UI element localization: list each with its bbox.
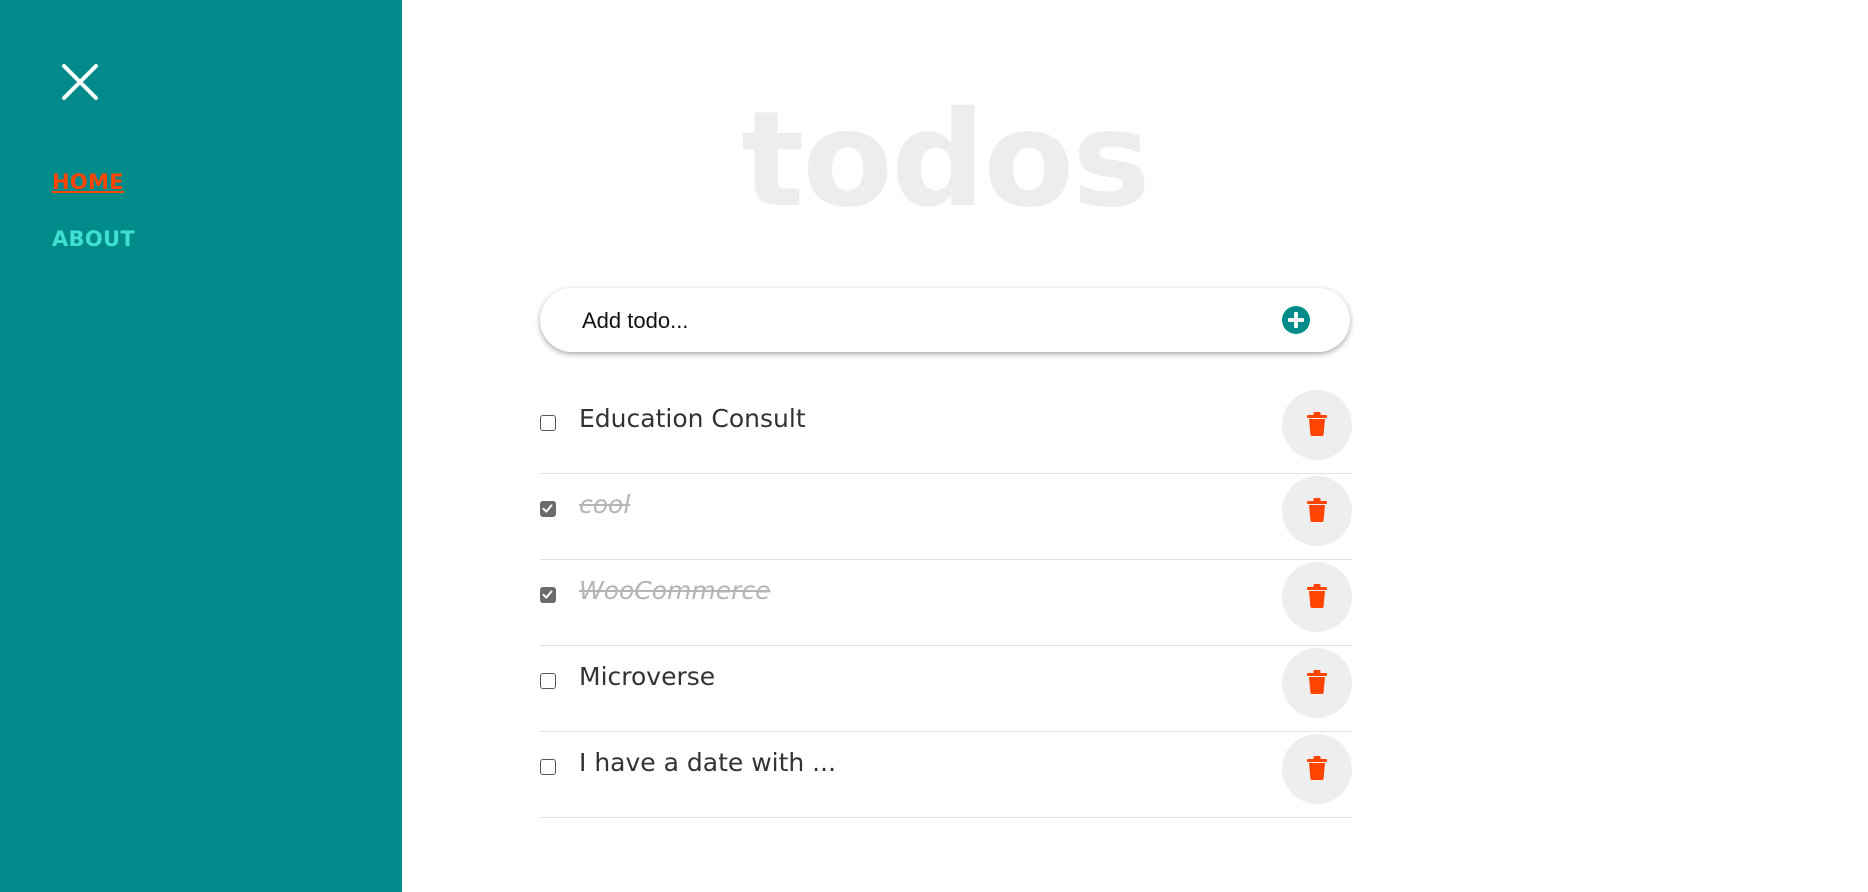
delete-todo-button[interactable] — [1282, 476, 1352, 546]
todo-app: HOME ABOUT todos Education ConsultcoolWo… — [0, 0, 1868, 892]
todo-checkbox[interactable] — [540, 587, 556, 603]
todo-checkbox[interactable] — [540, 759, 556, 775]
todo-text[interactable]: WooCommerce — [579, 576, 771, 605]
delete-todo-button[interactable] — [1282, 390, 1352, 460]
todo-item: Microverse — [540, 646, 1352, 732]
todo-text[interactable]: cool — [579, 490, 630, 519]
delete-todo-button[interactable] — [1282, 648, 1352, 718]
todo-checkbox[interactable] — [540, 415, 556, 431]
delete-todo-button[interactable] — [1282, 562, 1352, 632]
todo-list: Education Consult cool WooCommerce Microver… — [540, 388, 1352, 818]
todo-item: I have a date with ... — [540, 732, 1352, 818]
todo-text[interactable]: Microverse — [579, 662, 715, 691]
page-title: todos — [741, 83, 1151, 237]
todo-text[interactable]: I have a date with ... — [579, 748, 836, 777]
todo-item: cool — [540, 474, 1352, 560]
todo-item: WooCommerce — [540, 560, 1352, 646]
todo-checkbox[interactable] — [540, 501, 556, 517]
todo-item: Education Consult — [540, 388, 1352, 474]
plus-circle-icon[interactable] — [1282, 306, 1310, 334]
todo-text[interactable]: Education Consult — [579, 404, 806, 433]
delete-todo-button[interactable] — [1282, 734, 1352, 804]
add-todo-input[interactable] — [580, 302, 1244, 340]
add-todo-bar — [540, 288, 1350, 352]
todo-checkbox[interactable] — [540, 673, 556, 689]
